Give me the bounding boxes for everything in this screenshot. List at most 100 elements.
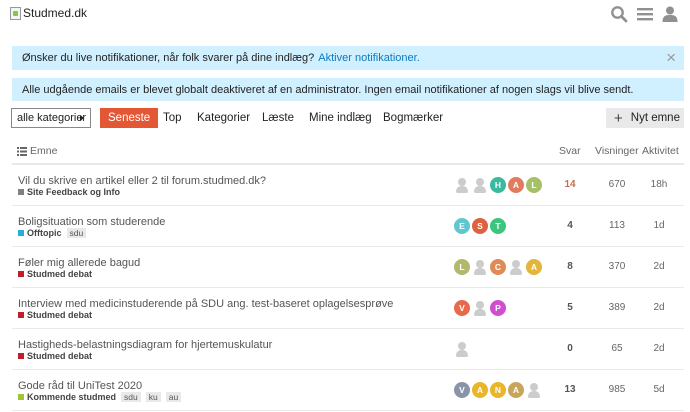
topic-tag[interactable]: au [165,392,182,402]
activity-time[interactable]: 1d [648,220,670,231]
activity-time[interactable]: 2d [648,343,670,354]
avatar[interactable]: C [490,259,506,275]
new-topic-button[interactable]: + Nyt emne [606,108,684,128]
topic-title-link[interactable]: Føler mig allerede bagud [18,257,140,269]
category-badge[interactable]: Studmed debat [18,269,92,279]
user-icon[interactable] [659,3,681,25]
topic-row[interactable]: Interview med medicinstuderende på SDU a… [12,288,684,329]
topic-meta: Studmed debat [18,351,92,361]
category-color-square [18,394,24,400]
hamburger-icon[interactable] [634,3,656,25]
topic-row[interactable]: Gode råd til UniTest 2020 Kommende studme… [12,370,684,411]
poster-avatars: VP [454,300,506,316]
email-disabled-banner: Alle udgående emails er blevet globalt d… [12,78,684,101]
search-icon[interactable] [608,3,630,25]
avatar[interactable]: H [490,177,506,193]
column-topic-label: Emne [30,145,58,157]
category-badge[interactable]: Studmed debat [18,351,92,361]
default-avatar-icon[interactable] [472,300,488,316]
tab-top[interactable]: Top [163,108,182,128]
category-color-square [18,271,24,277]
tab-my-posts[interactable]: Mine indlæg [309,108,372,128]
category-name: Site Feedback og Info [27,187,121,197]
tab-latest[interactable]: Seneste [100,108,159,128]
column-topic[interactable]: Emne [17,145,57,157]
topic-meta: Kommende studmed sdu ku au [18,392,182,402]
activity-time[interactable]: 2d [648,261,670,272]
site-logo[interactable]: Studmed.dk [10,6,87,20]
email-disabled-text: Alle udgående emails er blevet globalt d… [22,83,634,96]
avatar[interactable]: V [454,382,470,398]
category-color-square [18,189,24,195]
category-badge[interactable]: Studmed debat [18,310,92,320]
avatar[interactable]: A [472,382,488,398]
reply-count[interactable]: 13 [560,384,580,395]
poster-avatars [454,341,470,357]
avatar[interactable]: A [508,177,524,193]
topic-row[interactable]: Hastigheds-belastningsdiagram for hjerte… [12,329,684,370]
tab-read[interactable]: Læste [262,108,294,128]
default-avatar-icon[interactable] [508,259,524,275]
reply-count[interactable]: 4 [560,220,580,231]
category-badge[interactable]: Kommende studmed [18,392,116,402]
tab-bookmarks[interactable]: Bogmærker [383,108,443,128]
avatar[interactable]: L [454,259,470,275]
reply-count[interactable]: 5 [560,302,580,313]
poster-avatars: EST [454,218,506,234]
column-activity[interactable]: Aktivitet [642,145,679,157]
topic-title-link[interactable]: Gode råd til UniTest 2020 [18,380,142,392]
default-avatar-icon[interactable] [472,177,488,193]
category-badge[interactable]: Offtopic [18,228,62,238]
avatar[interactable]: T [490,218,506,234]
topic-row[interactable]: Boligsituation som studerende Offtopic sdu… [12,206,684,247]
reply-count[interactable]: 0 [560,343,580,354]
category-dropdown[interactable]: alle kategorier [11,108,91,128]
topic-title-link[interactable]: Vil du skrive en artikel eller 2 til for… [18,175,266,187]
avatar[interactable]: P [490,300,506,316]
new-topic-label: Nyt emne [630,112,680,124]
default-avatar-icon[interactable] [526,382,542,398]
avatar[interactable]: L [526,177,542,193]
default-avatar-icon[interactable] [454,177,470,193]
broken-image-icon [10,6,21,20]
avatar[interactable]: N [490,382,506,398]
activity-time[interactable]: 18h [648,179,670,190]
topic-meta: Studmed debat [18,310,92,320]
topic-tag[interactable]: sdu [66,228,87,238]
avatar[interactable]: V [454,300,470,316]
column-replies[interactable]: Svar [559,145,581,157]
category-color-square [18,353,24,359]
view-count: 670 [608,179,626,190]
avatar[interactable]: E [454,218,470,234]
enable-notifications-link[interactable]: Aktiver notifikationer. [318,52,420,64]
topic-tag[interactable]: sdu [121,392,141,402]
topic-row[interactable]: Vil du skrive en artikel eller 2 til for… [12,165,684,206]
default-avatar-icon[interactable] [472,259,488,275]
activity-time[interactable]: 2d [648,302,670,313]
caret-right-icon [80,115,84,121]
avatar[interactable]: A [508,382,524,398]
view-count: 113 [609,220,625,231]
close-icon[interactable]: × [666,49,676,66]
category-name: Offtopic [27,228,62,238]
topic-row[interactable]: Føler mig allerede bagud Studmed debat L C A… [12,247,684,288]
topic-tag[interactable]: ku [145,392,161,402]
reply-count[interactable]: 14 [560,179,580,190]
topic-title-link[interactable]: Hastigheds-belastningsdiagram for hjerte… [18,339,272,351]
topic-title-link[interactable]: Boligsituation som studerende [18,216,165,228]
poster-avatars: VANA [454,382,542,398]
avatar[interactable]: A [526,259,542,275]
category-name: Studmed debat [27,351,93,361]
poster-avatars: HAL [454,177,542,193]
avatar[interactable]: S [472,218,488,234]
activity-time[interactable]: 5d [648,384,670,395]
reply-count[interactable]: 8 [560,261,580,272]
topic-title-link[interactable]: Interview med medicinstuderende på SDU a… [18,298,393,310]
logo-alt-text: Studmed.dk [23,6,88,20]
topic-meta: Offtopic sdu [18,228,87,238]
category-badge[interactable]: Site Feedback og Info [18,187,120,197]
category-color-square [18,312,24,318]
default-avatar-icon[interactable] [454,341,470,357]
column-views[interactable]: Visninger [595,145,639,157]
tab-categories[interactable]: Kategorier [197,108,250,128]
